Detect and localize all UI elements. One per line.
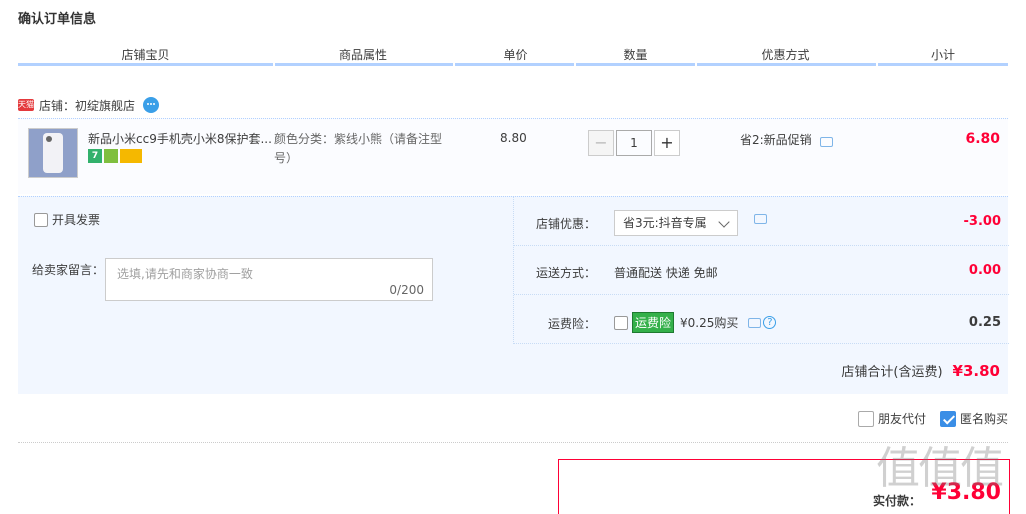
message-icon[interactable] xyxy=(748,317,762,328)
shop-total: 店铺合计(含运费) ¥3.80 xyxy=(841,361,1000,380)
message-char-count: 0/200 xyxy=(389,283,424,297)
shop-name[interactable]: 店铺：初绽旗舰店 xyxy=(39,97,135,114)
column-header-subtotal: 小计 xyxy=(930,48,955,62)
column-header-item: 店铺宝贝 xyxy=(121,48,170,62)
order-options: 朋友代付 匿名购买 xyxy=(844,410,1008,427)
insurance-checkbox[interactable] xyxy=(614,315,628,330)
shipping-row: 运送方式： 普通配送 快递 免邮 0.00 xyxy=(514,246,1009,295)
increase-quantity-button[interactable]: + xyxy=(654,130,680,156)
message-label: 给卖家留言： xyxy=(32,263,105,277)
chat-icon[interactable] xyxy=(143,97,160,113)
insurance-amount: 0.25 xyxy=(968,315,1001,330)
tmall-icon: 天猫 xyxy=(18,99,34,111)
column-header-quantity: 数量 xyxy=(623,48,648,62)
column-header-price: 单价 xyxy=(503,48,528,62)
shop-row: 天猫 店铺：初绽旗舰店 xyxy=(18,96,160,114)
anonymous-purchase-option[interactable]: 匿名购买 xyxy=(939,410,1008,427)
chevron-down-icon xyxy=(718,216,730,228)
seller-message-input[interactable]: 选填,请先和商家协商一致 0/200 xyxy=(105,258,433,301)
insurance-price: ¥0.25购买 xyxy=(680,316,739,330)
shop-discount-amount: -3.00 xyxy=(963,214,1001,229)
seven-day-return-icon[interactable]: 7 xyxy=(88,149,102,163)
column-header-attribute: 商品属性 xyxy=(338,48,387,62)
invoice-checkbox[interactable] xyxy=(34,212,48,227)
message-icon[interactable] xyxy=(754,214,767,224)
product-attribute: 颜色分类：紫线小熊（请备注型号） xyxy=(274,132,443,165)
message-icon[interactable] xyxy=(819,136,833,147)
shop-discount-label: 店铺优惠： xyxy=(535,217,596,231)
invoice-label: 开具发票 xyxy=(52,213,101,227)
shop-discount-row: 店铺优惠： 省3元:抖音专属 -3.00 xyxy=(514,197,1009,246)
friend-pay-checkbox[interactable] xyxy=(857,410,874,427)
divider xyxy=(18,442,1008,443)
order-item-row: 新品小米cc9手机壳小米8保护套... 7 颜色分类：紫线小熊（请备注型号） 8… xyxy=(18,118,1008,194)
payment-summary: 实付款： ¥3.80 xyxy=(558,459,1010,514)
promotion-label: 省2:新品促销 xyxy=(740,133,812,147)
product-thumbnail[interactable] xyxy=(28,128,78,178)
payment-label: 实付款： xyxy=(873,494,922,508)
insurance-option[interactable]: 运费险 ¥0.25购买 ? xyxy=(614,312,777,333)
payment-amount: ¥3.80 xyxy=(931,480,1001,505)
shipping-method: 普通配送 快递 免邮 xyxy=(614,266,718,280)
shipping-label: 运送方式： xyxy=(535,266,596,280)
service-badges: 7 xyxy=(88,149,142,163)
shop-total-label: 店铺合计(含运费) xyxy=(841,365,943,380)
insurance-label: 运费险： xyxy=(547,317,596,331)
order-details-panel: 开具发票 给卖家留言： 选填,请先和商家协商一致 0/200 店铺优惠： 省3元… xyxy=(18,196,1009,394)
service-icon[interactable] xyxy=(104,149,118,163)
promotion: 省2:新品促销 xyxy=(740,131,833,148)
shop-total-amount: ¥3.80 xyxy=(952,362,1000,380)
camera-dot xyxy=(46,136,52,142)
item-subtotal: 6.80 xyxy=(965,131,1000,147)
friend-pay-option[interactable]: 朋友代付 xyxy=(857,410,926,427)
invoice-option[interactable]: 开具发票 xyxy=(34,211,100,228)
shop-discount-select[interactable]: 省3元:抖音专属 xyxy=(614,210,738,236)
page-title: 确认订单信息 xyxy=(18,12,97,27)
product-name[interactable]: 新品小米cc9手机壳小米8保护套... xyxy=(88,130,272,147)
message-placeholder: 选填,请先和商家协商一致 xyxy=(117,267,253,281)
decrease-quantity-button[interactable]: − xyxy=(588,130,614,156)
unit-price: 8.80 xyxy=(500,131,527,145)
column-headers: 店铺宝贝 商品属性 单价 数量 优惠方式 小计 xyxy=(18,44,1008,66)
quantity-input[interactable]: 1 xyxy=(616,130,652,156)
anonymous-purchase-checkbox[interactable] xyxy=(939,410,956,427)
shop-discount-value: 省3元:抖音专属 xyxy=(623,216,707,230)
quantity-stepper: − 1 + xyxy=(588,130,680,156)
insurance-tag: 运费险 xyxy=(632,312,675,333)
friend-pay-label: 朋友代付 xyxy=(877,412,926,426)
shipping-insurance-row: 运费险： 运费险 ¥0.25购买 ? 0.25 xyxy=(514,295,1009,344)
anonymous-purchase-label: 匿名购买 xyxy=(959,412,1008,426)
column-header-discount: 优惠方式 xyxy=(761,48,810,62)
fees-block: 店铺优惠： 省3元:抖音专属 -3.00 运送方式： 普通配送 快递 免邮 0.… xyxy=(513,197,1009,344)
help-icon[interactable]: ? xyxy=(763,316,777,329)
credit-card-icon[interactable] xyxy=(120,149,142,163)
shipping-amount: 0.00 xyxy=(968,263,1001,278)
